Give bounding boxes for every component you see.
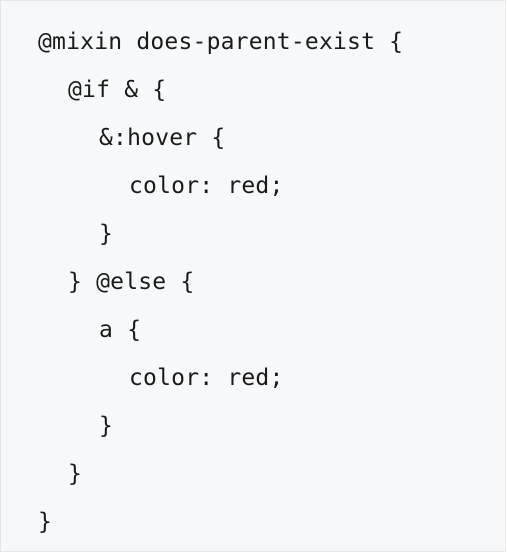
code-line-close-else: }	[68, 461, 83, 487]
code-line-close-hover: }	[99, 221, 114, 247]
code-lines: @mixin does-parent-exist { @if & { &:hov…	[38, 24, 403, 552]
code-line-color-property: color: red;	[129, 365, 284, 391]
code-line-mixin-declaration: @mixin does-parent-exist {	[38, 29, 404, 55]
code-line-color-property: color: red;	[129, 173, 284, 199]
code-line-hover-selector: &:hover {	[99, 125, 226, 151]
code-line-close-anchor: }	[99, 413, 114, 439]
code-line-else-statement: } @else {	[68, 269, 195, 295]
code-block: @mixin does-parent-exist { @if & { &:hov…	[0, 0, 506, 552]
code-line-close-mixin: }	[38, 509, 53, 535]
code-line-if-statement: @if & {	[68, 77, 167, 103]
code-line-anchor-selector: a {	[99, 317, 142, 343]
